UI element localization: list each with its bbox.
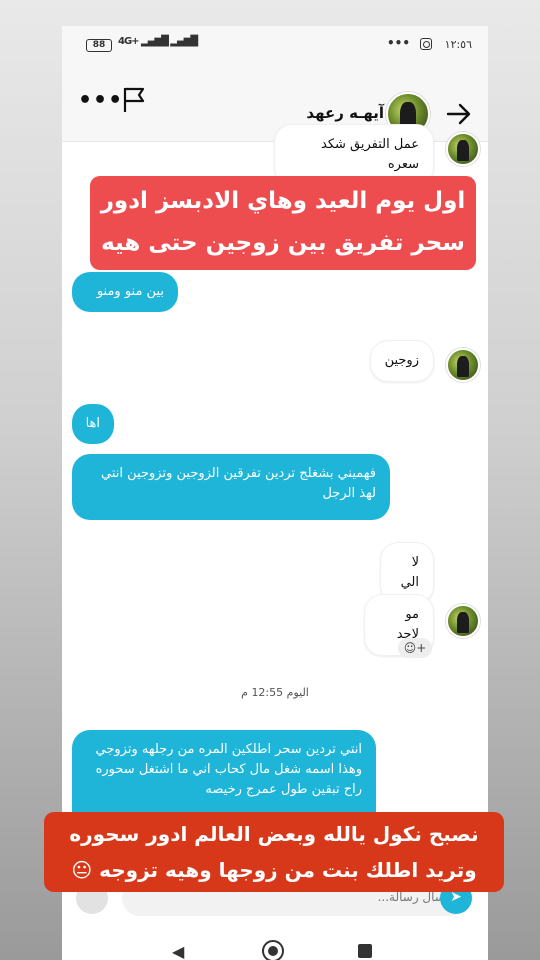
message-timestamp: اليوم 12:55 م bbox=[241, 686, 309, 699]
network-label: 4G+ bbox=[118, 36, 140, 47]
sender-avatar[interactable] bbox=[446, 348, 480, 382]
instagram-icon bbox=[420, 38, 432, 50]
message-bubble[interactable]: بين منو ومنو bbox=[72, 272, 178, 312]
status-time: ١٢:٥٦ bbox=[444, 38, 472, 51]
status-bar: 88 4G+ ▂▄▆█ ▂▄▆█ ••• ١٢:٥٦ bbox=[62, 26, 488, 66]
battery-icon: 88 bbox=[86, 39, 112, 52]
caption-bottom: نصبح نكول يالله وبعض العالم ادور سحوره و… bbox=[44, 812, 504, 892]
signal-icon: 4G+ ▂▄▆█ ▂▄▆█ bbox=[118, 36, 198, 47]
back-arrow-icon[interactable] bbox=[446, 103, 472, 125]
nav-back-icon[interactable]: ◀ bbox=[172, 942, 184, 960]
contact-name[interactable]: آيهـه رعهد bbox=[306, 104, 384, 122]
more-options-button[interactable]: ••• bbox=[78, 88, 123, 113]
sender-avatar[interactable] bbox=[446, 604, 480, 638]
system-nav-bar: ◀ bbox=[62, 932, 488, 960]
flag-icon[interactable] bbox=[122, 86, 146, 114]
add-reaction-icon[interactable]: ☺+ bbox=[398, 638, 432, 658]
sender-avatar[interactable] bbox=[446, 132, 480, 166]
nav-home-icon[interactable] bbox=[262, 940, 284, 960]
message-bubble[interactable]: فهميني بشغلج تردين تفرقين الزوجين وتزوجي… bbox=[72, 454, 390, 520]
message-bubble[interactable]: اها bbox=[72, 404, 114, 444]
status-dots: ••• bbox=[386, 36, 410, 50]
caption-top: اول يوم العيد وهاي الادبسز ادور سحر تفري… bbox=[90, 176, 476, 298]
nav-recent-icon[interactable] bbox=[358, 944, 372, 958]
message-bubble[interactable]: زوجين bbox=[370, 340, 434, 382]
